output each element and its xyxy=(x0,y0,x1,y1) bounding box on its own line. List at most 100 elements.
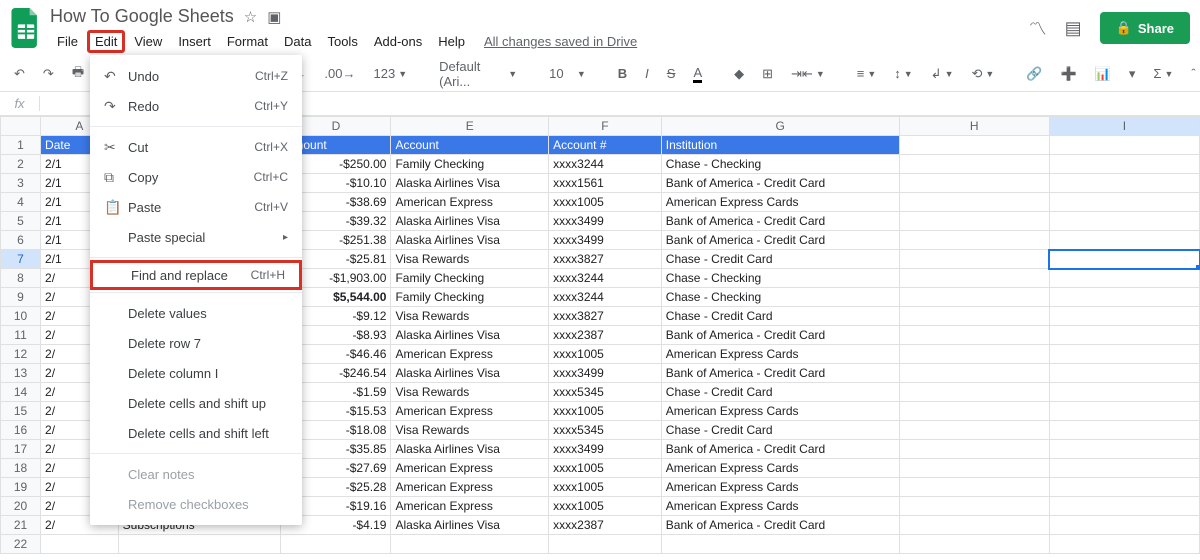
row-number[interactable]: 12 xyxy=(1,345,41,364)
cell[interactable] xyxy=(1049,193,1199,212)
cell[interactable] xyxy=(1049,364,1199,383)
number-format-select[interactable]: 123▼ xyxy=(368,62,414,85)
cell[interactable]: xxxx3499 xyxy=(549,231,662,250)
row-number[interactable]: 18 xyxy=(1,459,41,478)
cell[interactable] xyxy=(899,155,1049,174)
cell[interactable] xyxy=(899,307,1049,326)
cell[interactable] xyxy=(899,421,1049,440)
menu-data[interactable]: Data xyxy=(277,30,318,53)
cell[interactable] xyxy=(899,288,1049,307)
menu-delete-values[interactable]: Delete values xyxy=(90,298,302,328)
menu-undo[interactable]: ↶ Undo Ctrl+Z xyxy=(90,61,302,91)
cell[interactable]: xxxx3244 xyxy=(549,269,662,288)
menu-paste[interactable]: 📋 Paste Ctrl+V xyxy=(90,192,302,222)
cell[interactable]: Chase - Credit Card xyxy=(661,421,899,440)
cell[interactable]: xxxx3244 xyxy=(549,288,662,307)
move-folder-icon[interactable]: ▣ xyxy=(267,8,281,26)
cell[interactable] xyxy=(1049,383,1199,402)
filter-button[interactable]: ▾ xyxy=(1123,62,1142,86)
cell[interactable]: xxxx3499 xyxy=(549,212,662,231)
undo-button[interactable]: ↶ xyxy=(8,62,31,86)
cell[interactable] xyxy=(899,250,1049,269)
cell[interactable] xyxy=(899,174,1049,193)
font-select[interactable]: Default (Ari...▼ xyxy=(433,55,523,93)
cell[interactable] xyxy=(1049,421,1199,440)
row-number[interactable]: 4 xyxy=(1,193,41,212)
cell[interactable]: Bank of America - Credit Card xyxy=(661,174,899,193)
cell[interactable]: Alaska Airlines Visa xyxy=(391,364,549,383)
cell[interactable]: xxxx3499 xyxy=(549,364,662,383)
cell[interactable]: Visa Rewards xyxy=(391,307,549,326)
cell[interactable] xyxy=(899,440,1049,459)
cell[interactable]: xxxx1561 xyxy=(549,174,662,193)
selected-cell[interactable] xyxy=(1049,250,1199,269)
cell[interactable]: Account # xyxy=(549,136,662,155)
cell[interactable]: American Express xyxy=(391,459,549,478)
cell[interactable]: Alaska Airlines Visa xyxy=(391,231,549,250)
row-number[interactable]: 9 xyxy=(1,288,41,307)
cell[interactable]: Bank of America - Credit Card xyxy=(661,516,899,535)
menu-insert[interactable]: Insert xyxy=(171,30,218,53)
col-header-E[interactable]: E xyxy=(391,117,549,136)
col-header-H[interactable]: H xyxy=(899,117,1049,136)
row-number[interactable]: 10 xyxy=(1,307,41,326)
row-number[interactable]: 20 xyxy=(1,497,41,516)
cell[interactable]: American Express xyxy=(391,497,549,516)
row-number[interactable]: 21 xyxy=(1,516,41,535)
font-size-select[interactable]: 10 ▼ xyxy=(543,62,592,85)
menu-format[interactable]: Format xyxy=(220,30,275,53)
star-icon[interactable]: ☆ xyxy=(244,8,257,26)
cell[interactable]: xxxx1005 xyxy=(549,478,662,497)
link-button[interactable]: 🔗 xyxy=(1020,62,1048,86)
cell[interactable]: xxxx3827 xyxy=(549,307,662,326)
cell[interactable]: Bank of America - Credit Card xyxy=(661,364,899,383)
row-number[interactable]: 3 xyxy=(1,174,41,193)
cell[interactable]: American Express xyxy=(391,193,549,212)
menu-edit[interactable]: Edit xyxy=(87,30,125,53)
row-number[interactable]: 15 xyxy=(1,402,41,421)
text-color-button[interactable]: A xyxy=(687,61,708,87)
cell[interactable]: Visa Rewards xyxy=(391,383,549,402)
cell[interactable]: American Express xyxy=(391,478,549,497)
cell[interactable] xyxy=(1049,497,1199,516)
row-number[interactable]: 16 xyxy=(1,421,41,440)
cell[interactable] xyxy=(1049,212,1199,231)
cell[interactable] xyxy=(1049,288,1199,307)
comments-icon[interactable]: ▤ xyxy=(1065,18,1082,39)
cell[interactable] xyxy=(1049,345,1199,364)
select-all-corner[interactable] xyxy=(1,117,41,136)
cell[interactable]: American Express xyxy=(391,345,549,364)
saved-status[interactable]: All changes saved in Drive xyxy=(484,34,637,49)
col-header-G[interactable]: G xyxy=(661,117,899,136)
cell[interactable]: Chase - Checking xyxy=(661,155,899,174)
cell[interactable] xyxy=(1049,174,1199,193)
cell[interactable] xyxy=(899,364,1049,383)
row-number[interactable]: 13 xyxy=(1,364,41,383)
cell[interactable]: American Express Cards xyxy=(661,193,899,212)
borders-button[interactable]: ⊞ xyxy=(756,62,779,86)
cell[interactable]: Alaska Airlines Visa xyxy=(391,212,549,231)
cell[interactable]: Bank of America - Credit Card xyxy=(661,212,899,231)
menu-delete-shift-up[interactable]: Delete cells and shift up xyxy=(90,388,302,418)
cell[interactable]: Family Checking xyxy=(391,288,549,307)
col-header-F[interactable]: F xyxy=(549,117,662,136)
cell[interactable]: Chase - Checking xyxy=(661,269,899,288)
chart-button[interactable]: 📊 xyxy=(1089,62,1117,86)
cell[interactable] xyxy=(899,212,1049,231)
cell[interactable] xyxy=(1049,231,1199,250)
row-number[interactable]: 8 xyxy=(1,269,41,288)
row-number[interactable]: 19 xyxy=(1,478,41,497)
cell[interactable] xyxy=(899,326,1049,345)
cell[interactable]: Alaska Airlines Visa xyxy=(391,516,549,535)
row-number[interactable]: 5 xyxy=(1,212,41,231)
cell[interactable] xyxy=(1049,136,1199,155)
doc-title[interactable]: How To Google Sheets ☆ ▣ xyxy=(50,6,637,27)
cell[interactable] xyxy=(899,516,1049,535)
cell[interactable]: Family Checking xyxy=(391,269,549,288)
cell[interactable] xyxy=(899,497,1049,516)
valign-button[interactable]: ↕▼ xyxy=(888,62,918,85)
cell[interactable] xyxy=(1049,326,1199,345)
cell[interactable] xyxy=(899,136,1049,155)
row-number[interactable]: 2 xyxy=(1,155,41,174)
menu-paste-special[interactable]: Paste special ▸ xyxy=(90,222,302,252)
